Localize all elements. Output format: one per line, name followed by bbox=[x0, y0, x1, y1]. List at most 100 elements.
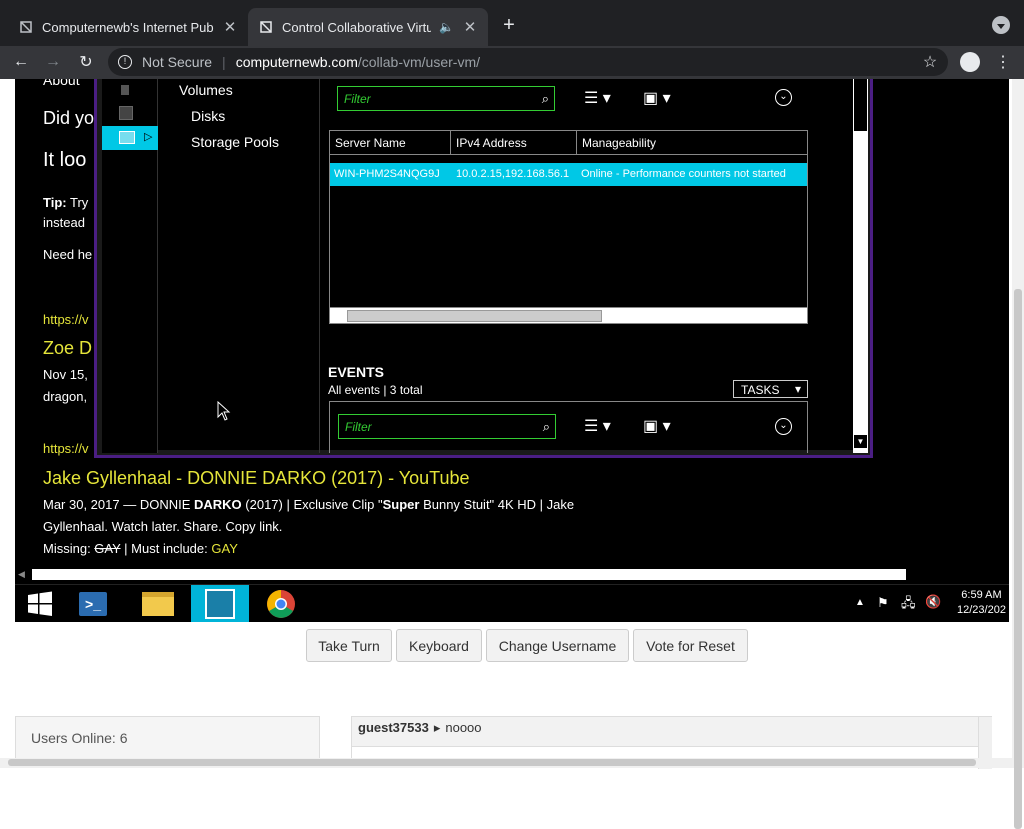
folder-icon bbox=[142, 592, 174, 616]
expand-arrow-icon: ▷ bbox=[144, 131, 153, 143]
tab-collab-vm[interactable]: Control Collaborative Virtu 🔈 ✕ bbox=[248, 8, 488, 46]
guest-horizontal-scrollbar[interactable]: ◀ bbox=[15, 568, 1009, 581]
url-path: /collab-vm/user-vm/ bbox=[357, 54, 480, 70]
windows-logo-icon bbox=[28, 591, 52, 616]
take-turn-button[interactable]: Take Turn bbox=[306, 629, 392, 662]
scroll-left-icon[interactable]: ◀ bbox=[18, 569, 25, 580]
tray-overflow-icon[interactable]: ▲ bbox=[855, 597, 865, 608]
tip-text: Try bbox=[69, 195, 89, 210]
scrollbar-thumb[interactable] bbox=[347, 310, 602, 322]
table-horizontal-scrollbar[interactable] bbox=[330, 307, 807, 323]
new-tab-button[interactable]: + bbox=[498, 14, 520, 36]
browser-tab-strip: Computernewb's Internet Pub ✕ Control Co… bbox=[0, 0, 1024, 46]
table-row[interactable]: WIN-PHM2S4NQG9J 10.0.2.15,192.168.56.1 O… bbox=[330, 163, 807, 186]
server-manager-icon bbox=[205, 589, 235, 619]
chat-message: guest37533 ▸ noooo bbox=[352, 717, 978, 747]
scrollbar-thumb[interactable] bbox=[8, 759, 976, 766]
servers-filter-input[interactable]: Filter ⌕ bbox=[337, 86, 555, 111]
result-snippet: dragon, bbox=[43, 389, 88, 404]
powershell-icon: >_ bbox=[79, 592, 107, 616]
site-favicon-icon bbox=[258, 19, 274, 35]
list-view-icon[interactable]: ☰ ▾ bbox=[584, 416, 611, 436]
page-horizontal-scrollbar[interactable] bbox=[0, 758, 1024, 768]
collapse-section-icon[interactable]: ⌄ bbox=[775, 418, 792, 435]
security-status: Not Secure bbox=[142, 54, 213, 70]
tab-internet-pub[interactable]: Computernewb's Internet Pub ✕ bbox=[8, 8, 248, 46]
events-filter-input[interactable]: Filter ⌕ bbox=[338, 414, 556, 439]
result-snippet: Nov 15, bbox=[43, 367, 88, 382]
server-content-pane: Filter ⌕ ☰ ▾ ▣ ▾ ⌄ Server Name IPv4 Addre… bbox=[320, 79, 853, 453]
window-vertical-scrollbar[interactable]: ▼ bbox=[853, 79, 868, 453]
chat-text: noooo bbox=[445, 720, 482, 735]
arrow-right-icon: → bbox=[45, 53, 61, 70]
result-title[interactable]: Jake Gyllenhaal - DONNIE DARKO (2017) - … bbox=[43, 468, 470, 489]
flag-icon[interactable]: ⚑ bbox=[877, 595, 889, 611]
tab-search-button[interactable] bbox=[992, 16, 1010, 34]
bookmark-star-icon[interactable]: ☆ bbox=[919, 51, 941, 73]
separator: | bbox=[222, 54, 226, 70]
scrollbar-thumb[interactable] bbox=[1014, 289, 1022, 829]
dashboard-icon[interactable] bbox=[121, 85, 129, 95]
events-summary: All events | 3 total bbox=[328, 383, 423, 397]
column-header-ipv4[interactable]: IPv4 Address bbox=[451, 131, 577, 155]
page-heading: It loo bbox=[43, 149, 87, 171]
result-missing: Missing: GAY | Must include: GAY bbox=[43, 541, 238, 556]
cell-manageability: Online - Performance counters not starte… bbox=[581, 168, 786, 180]
chrome-icon bbox=[267, 590, 295, 618]
chat-username: guest37533 bbox=[358, 720, 429, 735]
vote-reset-button[interactable]: Vote for Reset bbox=[633, 629, 748, 662]
nav-disks[interactable]: Disks bbox=[191, 108, 225, 124]
vm-screen[interactable]: About Did yo It loo Tip: Try instead Nee… bbox=[15, 79, 1009, 622]
audio-playing-icon[interactable]: 🔈 bbox=[439, 20, 454, 34]
column-header-server-name[interactable]: Server Name bbox=[330, 131, 451, 155]
keyboard-button[interactable]: Keyboard bbox=[396, 629, 482, 662]
storage-icon bbox=[119, 131, 135, 144]
scrollbar-thumb[interactable] bbox=[854, 79, 867, 131]
collapse-section-icon[interactable]: ⌄ bbox=[775, 89, 792, 106]
clock-date: 12/23/202 bbox=[957, 604, 1006, 616]
list-view-icon[interactable]: ☰ ▾ bbox=[584, 88, 611, 108]
events-panel: Filter ⌕ ☰ ▾ ▣ ▾ ⌄ bbox=[329, 401, 808, 453]
servers-icon[interactable] bbox=[119, 106, 133, 120]
taskbar-file-explorer[interactable] bbox=[130, 585, 186, 622]
scrollbar-thumb[interactable] bbox=[32, 569, 906, 580]
users-online-count: Users Online: 6 bbox=[31, 730, 128, 746]
save-query-icon[interactable]: ▣ ▾ bbox=[643, 88, 671, 108]
taskbar-clock[interactable]: 6:59 AM 12/23/202 bbox=[957, 589, 1006, 616]
warning-icon: ! bbox=[118, 55, 132, 69]
nav-storage-pools[interactable]: Storage Pools bbox=[191, 134, 279, 150]
tip-label: Tip: bbox=[43, 195, 67, 210]
page-vertical-scrollbar[interactable] bbox=[1012, 79, 1024, 829]
column-header-manageability[interactable]: Manageability bbox=[577, 131, 807, 155]
save-query-icon[interactable]: ▣ ▾ bbox=[643, 416, 671, 436]
start-button[interactable] bbox=[15, 585, 65, 622]
tab-close-icon[interactable]: ✕ bbox=[222, 18, 238, 36]
forward-button[interactable]: → bbox=[42, 51, 64, 73]
profile-avatar[interactable] bbox=[960, 52, 980, 72]
volume-muted-icon[interactable]: 🔇 bbox=[925, 594, 941, 610]
scroll-down-icon[interactable]: ▼ bbox=[854, 435, 867, 448]
table-header: Server Name IPv4 Address Manageability bbox=[330, 131, 807, 155]
taskbar-server-manager[interactable] bbox=[191, 585, 249, 622]
result-url[interactable]: https://v bbox=[43, 312, 89, 327]
change-username-button[interactable]: Change Username bbox=[486, 629, 629, 662]
taskbar-powershell[interactable]: >_ bbox=[65, 585, 121, 622]
network-icon[interactable]: 🖧 bbox=[901, 594, 916, 616]
windows-taskbar: >_ ▲ ⚑ 🖧 🔇 6:59 AM 12/23/202 bbox=[15, 584, 1009, 622]
cell-server-name: WIN-PHM2S4NQG9J bbox=[334, 168, 440, 180]
omnibox[interactable]: ! Not Secure | computernewb.com /collab-… bbox=[108, 48, 948, 76]
arrow-left-icon: ← bbox=[13, 53, 29, 70]
chevron-down-icon bbox=[997, 23, 1005, 29]
back-button[interactable]: ← bbox=[10, 51, 32, 73]
taskbar-chrome[interactable] bbox=[253, 585, 309, 622]
reload-button[interactable]: ↻ bbox=[75, 51, 97, 73]
tab-close-icon[interactable]: ✕ bbox=[462, 18, 478, 36]
tasks-dropdown[interactable]: TASKS ▾ bbox=[733, 380, 808, 398]
nav-volumes[interactable]: Volumes bbox=[179, 82, 233, 98]
result-title[interactable]: Zoe D bbox=[43, 338, 92, 359]
more-menu-icon[interactable]: ⋮ bbox=[992, 51, 1014, 73]
result-url[interactable]: https://v bbox=[43, 441, 89, 456]
file-storage-nav-item[interactable]: ▷ bbox=[102, 126, 158, 150]
server-manager-window[interactable]: ▷ Volumes Disks Storage Pools Filter ⌕ ☰ … bbox=[94, 79, 873, 458]
server-manager-icon-strip: ▷ bbox=[102, 79, 158, 453]
